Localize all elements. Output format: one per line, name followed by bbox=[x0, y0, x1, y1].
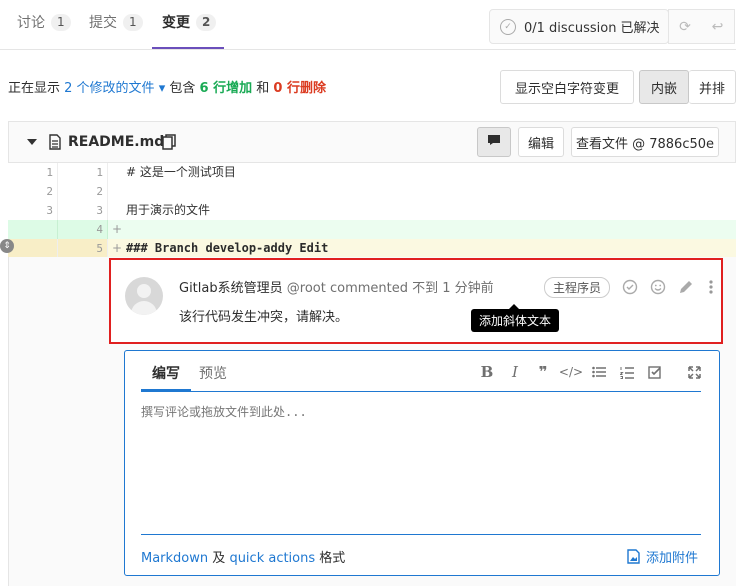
comment-note: Gitlab系统管理员 @root commented 不到 1 分钟前 该行代… bbox=[109, 258, 723, 344]
tab-discussion[interactable]: 讨论 1 bbox=[17, 12, 71, 32]
role-badge: 主程序员 bbox=[544, 277, 611, 298]
editor-footer-help: Markdown 及 quick actions 格式 bbox=[141, 551, 346, 566]
additions-count: 6 行增加 bbox=[199, 81, 253, 96]
task-list-icon[interactable] bbox=[646, 364, 664, 380]
author-name[interactable]: Gitlab系统管理员 bbox=[179, 281, 283, 296]
quick-actions-link[interactable]: quick actions bbox=[229, 551, 315, 566]
diff-summary: 正在显示 2 个修改的文件 ▾ 包含 6 行增加 和 0 行删除 bbox=[8, 81, 326, 96]
expand-icon[interactable]: ⇕ bbox=[0, 239, 14, 253]
file-header: README.md 编辑 查看文件 @ 7886c50e bbox=[8, 121, 736, 163]
view-file-button[interactable]: 查看文件 @ 7886c50e bbox=[571, 127, 719, 157]
emoji-icon[interactable] bbox=[650, 279, 666, 295]
note-body: 该行代码发生冲突，请解决。 bbox=[179, 310, 349, 325]
italic-icon[interactable]: I bbox=[506, 363, 524, 381]
comment-editor: 编写 预览 B I ❞ </> Markdown 及 quick actions… bbox=[124, 350, 720, 576]
pencil-icon[interactable] bbox=[678, 279, 694, 295]
quote-icon[interactable]: ❞ bbox=[534, 363, 552, 381]
changed-files-dropdown[interactable]: 2 个修改的文件 ▾ bbox=[64, 81, 165, 96]
deletions-count: 0 行删除 bbox=[273, 81, 326, 96]
bullet-list-icon[interactable] bbox=[590, 364, 608, 380]
file-name: README.md bbox=[68, 134, 165, 150]
tab-write[interactable]: 编写 bbox=[152, 363, 180, 383]
avatar[interactable] bbox=[125, 277, 163, 315]
check-circle-icon: ✓ bbox=[500, 18, 516, 35]
editor-footer-divider bbox=[141, 534, 701, 535]
diff-line: 2 2 bbox=[8, 182, 736, 201]
tab-commits[interactable]: 提交 1 bbox=[89, 12, 143, 32]
file-icon bbox=[49, 134, 61, 150]
note-meta: @root commented 不到 1 分钟前 bbox=[286, 281, 494, 296]
toggle-comments-button[interactable] bbox=[477, 127, 511, 157]
code-icon[interactable]: </> bbox=[559, 364, 583, 380]
diff-line: 1 1 # 这是一个测试项目 bbox=[8, 163, 736, 182]
jump-icon: ⟳ bbox=[679, 18, 691, 35]
active-tab-indicator bbox=[152, 47, 224, 49]
bold-icon[interactable]: B bbox=[478, 363, 496, 381]
tab-preview[interactable]: 预览 bbox=[199, 363, 227, 383]
tab-count: 2 bbox=[196, 13, 217, 31]
edit-file-button[interactable]: 编辑 bbox=[518, 127, 564, 157]
comment-textarea[interactable] bbox=[141, 403, 701, 531]
resolve-next-button[interactable]: ⟳ bbox=[668, 9, 702, 44]
parallel-view-button[interactable]: 并排 bbox=[689, 70, 736, 104]
attach-file-button[interactable]: 添加附件 bbox=[627, 547, 698, 566]
copy-path-icon[interactable] bbox=[162, 134, 176, 150]
diff-line-added: 4 + bbox=[8, 220, 736, 239]
diff-line-added-highlighted: 5 + ### Branch develop-addy Edit bbox=[8, 239, 736, 258]
fullscreen-icon[interactable] bbox=[685, 364, 703, 380]
active-editor-tab-indicator bbox=[141, 389, 191, 391]
tab-changes[interactable]: 变更 2 bbox=[162, 12, 217, 32]
tab-count: 1 bbox=[51, 13, 71, 31]
caret-down-icon: ▾ bbox=[158, 81, 166, 96]
editor-tab-divider bbox=[141, 391, 701, 392]
markdown-link[interactable]: Markdown bbox=[141, 551, 208, 566]
reply-icon: ↩ bbox=[711, 18, 724, 35]
comment-icon bbox=[487, 134, 501, 150]
numbered-list-icon[interactable] bbox=[618, 364, 636, 380]
merge-request-tabs: 讨论 1 提交 1 变更 2 ✓ 0/1 discussion 已解决 ⟳ ↩ bbox=[0, 0, 736, 50]
collapse-caret-icon[interactable] bbox=[27, 139, 37, 145]
reply-button[interactable]: ↩ bbox=[701, 9, 735, 44]
more-actions-icon[interactable] bbox=[708, 279, 714, 295]
inline-view-button[interactable]: 内嵌 bbox=[639, 70, 689, 104]
italic-tooltip: 添加斜体文本 bbox=[471, 304, 560, 332]
tab-count: 1 bbox=[123, 13, 143, 31]
show-whitespace-button[interactable]: 显示空白字符变更 bbox=[500, 70, 634, 104]
note-header: Gitlab系统管理员 @root commented 不到 1 分钟前 bbox=[179, 277, 494, 296]
discussion-status: ✓ 0/1 discussion 已解决 bbox=[489, 9, 669, 44]
image-icon bbox=[627, 549, 640, 564]
resolve-discussion-icon[interactable] bbox=[622, 279, 638, 295]
diff-line: 3 3 用于演示的文件 bbox=[8, 201, 736, 220]
